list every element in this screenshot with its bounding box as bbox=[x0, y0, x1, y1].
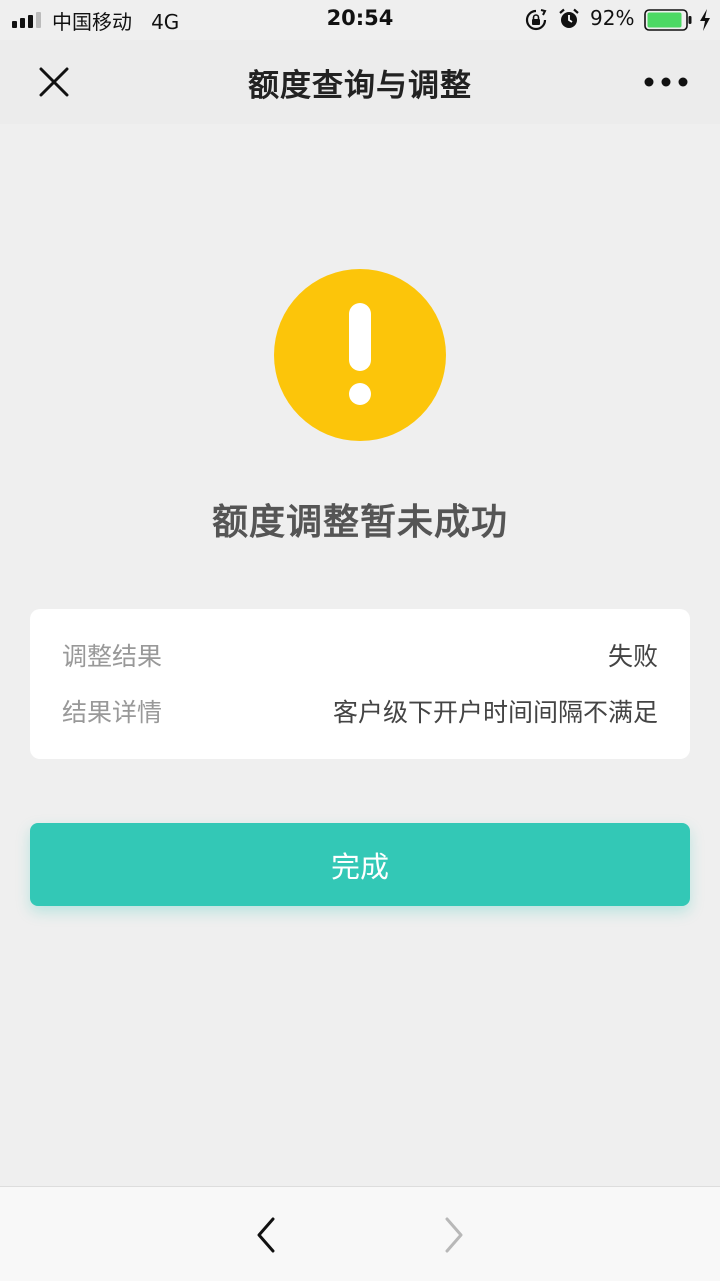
chevron-right-icon bbox=[445, 1217, 463, 1253]
page-title: 额度查询与调整 bbox=[248, 68, 472, 104]
rotation-lock-icon bbox=[525, 9, 547, 31]
result-label: 调整结果 bbox=[62, 642, 163, 671]
exclamation-bar bbox=[349, 303, 371, 371]
result-row-status: 调整结果 失败 bbox=[62, 635, 658, 675]
result-title: 额度调整暂未成功 bbox=[211, 502, 508, 543]
back-button[interactable] bbox=[244, 1211, 288, 1259]
warning-icon bbox=[274, 269, 446, 441]
battery-icon bbox=[644, 9, 692, 31]
charging-bolt-icon bbox=[700, 9, 710, 31]
done-button[interactable]: 完成 bbox=[30, 823, 690, 906]
battery-percent: 92% bbox=[590, 6, 635, 30]
result-value: 失败 bbox=[607, 642, 658, 671]
detail-label: 结果详情 bbox=[62, 698, 163, 727]
alarm-icon bbox=[559, 8, 579, 28]
bottom-navigation-bar bbox=[0, 1186, 720, 1281]
nav-bar: 额度查询与调整 bbox=[0, 40, 720, 124]
result-detail-card: 调整结果 失败 结果详情 客户级下开户时间间隔不满足 bbox=[30, 609, 690, 759]
chevron-left-icon bbox=[257, 1217, 275, 1253]
status-bar: 中国移动 4G 20:54 92% bbox=[0, 0, 720, 40]
detail-value: 客户级下开户时间间隔不满足 bbox=[332, 698, 658, 727]
forward-button[interactable] bbox=[432, 1211, 476, 1259]
more-options-button[interactable] bbox=[636, 62, 696, 102]
result-row-detail: 结果详情 客户级下开户时间间隔不满足 bbox=[62, 691, 658, 731]
more-icon bbox=[644, 77, 688, 87]
exclamation-dot bbox=[349, 383, 371, 405]
